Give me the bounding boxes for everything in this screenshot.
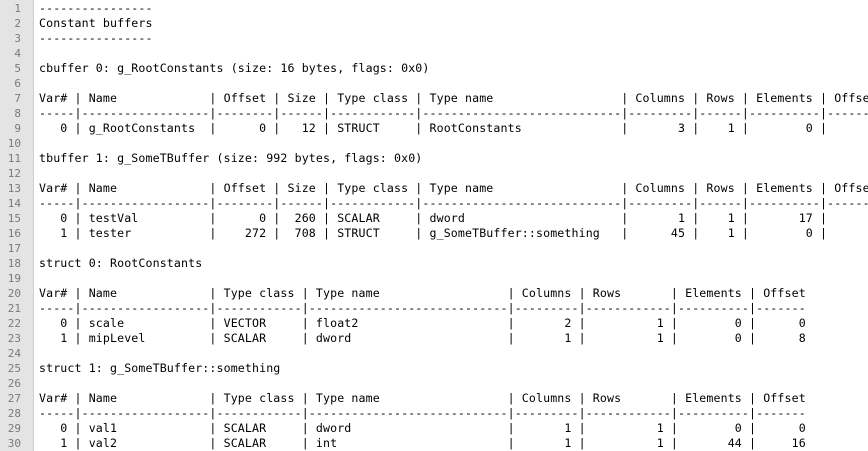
line-text: 0 | val1 | SCALAR | dword | 1 | 1 | 0 | …	[39, 420, 806, 435]
line-text: -----|------------------|--------|------…	[39, 195, 868, 210]
line-number: 15	[7, 211, 21, 225]
line-text: tbuffer 1: g_SomeTBuffer (size: 992 byte…	[39, 150, 423, 165]
line-text: 0 | testVal | 0 | 260 | SCALAR | dword |…	[39, 210, 868, 225]
line-text: Var# | Name | Type class | Type name | C…	[39, 390, 806, 405]
line-number: 12	[7, 166, 21, 180]
line-number: 25	[7, 361, 21, 375]
line-number: 7	[14, 91, 21, 105]
line-number: 28	[7, 406, 21, 420]
line-text: -----|------------------|------------|--…	[39, 405, 806, 420]
line-number: 21	[7, 301, 21, 315]
text-editor[interactable]: 1 ---------------- 2 Constant buffers 3 -----…	[0, 0, 868, 451]
line-number: 11	[7, 151, 21, 165]
line-number: 14	[7, 196, 21, 210]
line-text: 1 | tester | 272 | 708 | STRUCT | g_Some…	[39, 225, 868, 240]
line-number: 4	[14, 46, 21, 60]
line-text: struct 1: g_SomeTBuffer::something	[39, 360, 281, 375]
line-text: Var# | Name | Type class | Type name | C…	[39, 285, 806, 300]
line-number: 5	[14, 61, 21, 75]
line-text: struct 0: RootConstants	[39, 255, 203, 270]
line-number: 17	[7, 241, 21, 255]
line-text: Var# | Name | Offset | Size | Type class…	[39, 180, 868, 195]
line-number: 26	[7, 376, 21, 390]
line-text: -----|------------------|------------|--…	[39, 300, 806, 315]
line-text: ----------------	[39, 30, 153, 45]
line-number: 2	[14, 16, 21, 30]
line-text: 0 | g_RootConstants | 0 | 12 | STRUCT | …	[39, 120, 868, 135]
line-number: 10	[7, 136, 21, 150]
line-number: 27	[7, 391, 21, 405]
line-number: 3	[14, 31, 21, 45]
line-number: 13	[7, 181, 21, 195]
line-text: Var# | Name | Offset | Size | Type class…	[39, 90, 868, 105]
line-number: 16	[7, 226, 21, 240]
line-number: 23	[7, 331, 21, 345]
line-text: cbuffer 0: g_RootConstants (size: 16 byt…	[39, 60, 430, 75]
line-text: 1 | val2 | SCALAR | int | 1 | 1 | 44 | 1…	[39, 435, 806, 450]
line-number: 8	[14, 106, 21, 120]
line-number: 30	[7, 436, 21, 450]
line-number: 6	[14, 76, 21, 90]
line-number: 20	[7, 286, 21, 300]
line-text: Constant buffers	[39, 15, 153, 30]
line-text: -----|------------------|--------|------…	[39, 105, 868, 120]
line-number: 29	[7, 421, 21, 435]
line-number: 9	[14, 121, 21, 135]
line-text: ----------------	[39, 0, 153, 15]
line-number: 18	[7, 256, 21, 270]
line-number: 1	[14, 1, 21, 15]
line-text: 0 | scale | VECTOR | float2 | 2 | 1 | 0 …	[39, 315, 806, 330]
line-number: 19	[7, 271, 21, 285]
line-number: 22	[7, 316, 21, 330]
line-number: 24	[7, 346, 21, 360]
line-text: 1 | mipLevel | SCALAR | dword | 1 | 1 | …	[39, 330, 806, 345]
